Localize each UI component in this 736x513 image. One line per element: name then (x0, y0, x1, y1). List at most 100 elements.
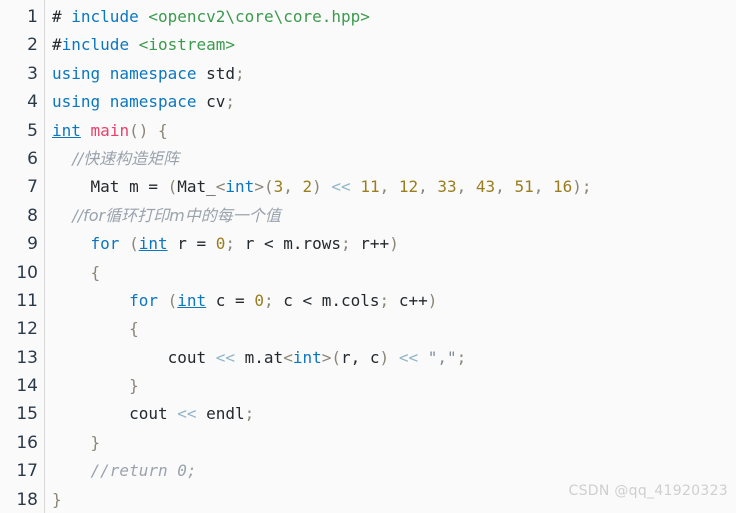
line-content[interactable]: } (38, 486, 62, 513)
token-var-assign: c = (206, 290, 255, 310)
token-semicolon: ; (225, 234, 245, 254)
token-open-brace: { (148, 120, 168, 140)
code-line[interactable]: 17 //return 0; (0, 457, 736, 485)
token-number: 33 (437, 177, 457, 197)
token-close-brace: } (52, 376, 139, 396)
token-semicolon: ; (244, 404, 255, 424)
token-comma: , (456, 177, 476, 197)
token-include-path: <opencv2\core\core.hpp> (148, 7, 370, 26)
code-line[interactable]: 10 { (0, 259, 736, 287)
token-namespace-name: cv (206, 92, 226, 112)
line-number: 4 (27, 92, 38, 113)
line-content[interactable]: cout << m.at<int>(r, c) << ","; (38, 344, 467, 372)
token-number: 12 (398, 177, 419, 197)
token-endl: endl (206, 404, 245, 424)
token-cout: cout (167, 347, 207, 367)
token-number: 0 (215, 234, 226, 254)
line-content[interactable]: for (int c = 0; c < m.cols; c++) (38, 287, 437, 315)
line-number: 2 (27, 35, 38, 56)
code-line[interactable]: 13 cout << m.at<int>(r, c) << ","; (0, 344, 736, 372)
line-content[interactable]: Mat m = (Mat_<int>(3, 2) << 11, 12, 33, … (38, 173, 592, 201)
code-line[interactable]: 4 using namespace cv; (0, 88, 736, 116)
code-editor-area[interactable]: 1 # include <opencv2\core\core.hpp> 2 #i… (0, 0, 736, 513)
token-paren-close: ) (389, 234, 399, 254)
line-content[interactable]: #include <iostream> (38, 31, 235, 59)
line-content[interactable]: //for循环打印m中的每一个值 (38, 202, 281, 230)
token-keyword-for: for (129, 290, 168, 310)
token-type-int: int (225, 177, 255, 197)
token-function-main: main (90, 120, 130, 140)
line-number: 15 (16, 404, 38, 425)
token-angle-open: < (215, 177, 226, 197)
token-increment: c++ (398, 290, 428, 310)
code-line[interactable]: 8 //for循环打印m中的每一个值 (0, 202, 736, 230)
token-number: 11 (360, 177, 380, 197)
line-content[interactable]: { (38, 259, 101, 287)
token-using-namespace: using namespace (52, 63, 207, 83)
token-paren-open: ( (263, 177, 274, 197)
code-line[interactable]: 7 Mat m = (Mat_<int>(3, 2) << 11, 12, 33… (0, 173, 736, 201)
code-line[interactable]: 11 for (int c = 0; c < m.cols; c++) (0, 287, 736, 315)
line-content[interactable]: using namespace std; (38, 60, 245, 88)
line-number: 9 (27, 234, 38, 255)
line-content[interactable]: using namespace cv; (38, 88, 235, 116)
token-shift-operator: << (206, 347, 245, 367)
line-content[interactable]: } (38, 372, 139, 400)
token-paren-close: ) (379, 347, 390, 367)
line-content[interactable]: } (38, 429, 101, 457)
code-line[interactable]: 12 { (0, 315, 736, 343)
token-keyword-for: for (90, 234, 130, 254)
code-line[interactable]: 6 //快速构造矩阵 (0, 145, 736, 173)
token-semicolon: ; (581, 177, 592, 197)
token-close-brace: } (52, 432, 101, 452)
line-number: 3 (27, 63, 38, 84)
token-shift-operator: << (167, 404, 207, 424)
token-paren-open: ( (331, 347, 342, 367)
token-paren-open: ( (167, 290, 178, 310)
line-content[interactable]: { (38, 315, 139, 343)
line-content[interactable]: int main() { (38, 117, 168, 145)
line-content[interactable]: # include <opencv2\core\core.hpp> (38, 3, 370, 31)
code-line[interactable]: 5 int main() { (0, 117, 736, 145)
line-content[interactable]: cout << endl; (38, 400, 254, 428)
code-screenshot: 1 # include <opencv2\core\core.hpp> 2 #i… (0, 0, 736, 513)
line-number: 13 (16, 347, 38, 368)
token-paren-open: ( (167, 177, 178, 197)
code-line[interactable]: 1 # include <opencv2\core\core.hpp> (0, 3, 736, 31)
token-comment: //return 0; (52, 461, 197, 481)
token-number: 43 (475, 177, 496, 197)
token-hash: # (52, 7, 62, 26)
token-number: 3 (273, 177, 284, 197)
token-close-brace: } (52, 489, 62, 509)
token-namespace-name: std (206, 63, 236, 83)
code-line[interactable]: 2 #include <iostream> (0, 31, 736, 59)
token-semicolon: ; (379, 290, 399, 310)
line-content[interactable]: //快速构造矩阵 (38, 145, 179, 173)
token-angle-open: < (283, 347, 293, 367)
token-comma: , (418, 177, 438, 197)
token-comment: //快速构造矩阵 (52, 148, 180, 168)
code-line[interactable]: 14 } (0, 372, 736, 400)
token-number: 2 (302, 177, 313, 197)
line-number: 8 (27, 205, 38, 226)
token-type-int: int (292, 347, 322, 367)
token-number: 51 (514, 177, 534, 197)
token-paren-close: ) (312, 177, 322, 197)
code-line[interactable]: 9 for (int r = 0; r < m.rows; r++) (0, 230, 736, 258)
code-line[interactable]: 3 using namespace std; (0, 60, 736, 88)
token-comment: //for循环打印m中的每一个值 (52, 205, 281, 225)
token-increment: r++ (360, 234, 390, 254)
line-content[interactable]: for (int r = 0; r < m.rows; r++) (38, 230, 399, 258)
code-line[interactable]: 16 } (0, 429, 736, 457)
code-line[interactable]: 15 cout << endl; (0, 400, 736, 428)
token-mat-decl: Mat m = (90, 177, 168, 197)
csdn-watermark: CSDN @qq_41920323 (568, 483, 728, 499)
line-number: 10 (16, 262, 38, 283)
line-content[interactable]: //return 0; (38, 457, 197, 485)
token-condition: c < m.cols (283, 290, 380, 310)
token-semicolon: ; (341, 234, 361, 254)
